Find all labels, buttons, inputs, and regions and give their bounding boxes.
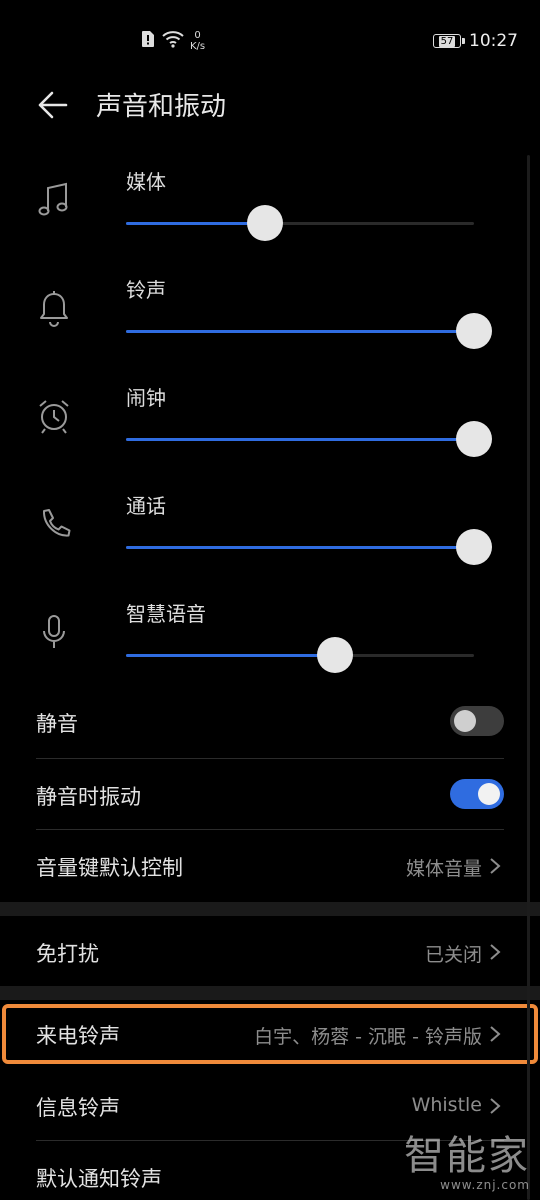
volume-label: 媒体 xyxy=(126,170,166,194)
mute-row[interactable]: 静音 xyxy=(0,688,540,758)
volume-key-default-label: 音量键默认控制 xyxy=(36,856,183,880)
sim-alert-icon xyxy=(140,30,156,52)
volume-label: 智慧语音 xyxy=(126,602,206,626)
volume-label: 铃声 xyxy=(126,278,166,302)
mute-toggle[interactable] xyxy=(450,706,504,736)
slider-thumb[interactable] xyxy=(247,205,284,241)
volume-row-alarm: 闹钟 xyxy=(0,376,540,484)
battery-icon: 57 xyxy=(433,34,465,48)
phone-icon xyxy=(36,504,72,544)
status-bar: 0 K/s 57 10:27 xyxy=(0,0,540,80)
vibrate-on-mute-row[interactable]: 静音时振动 xyxy=(0,759,540,829)
music-note-icon xyxy=(36,180,72,220)
speed-unit: K/s xyxy=(190,41,206,52)
section-separator xyxy=(0,902,540,916)
alarm-volume-slider[interactable] xyxy=(126,421,492,457)
slider-thumb[interactable] xyxy=(316,637,353,673)
do-not-disturb-label: 免打扰 xyxy=(36,942,99,966)
volume-row-call: 通话 xyxy=(0,484,540,592)
page-title: 声音和振动 xyxy=(96,92,227,122)
slider-fill xyxy=(126,330,474,333)
network-speed: 0 K/s xyxy=(190,30,205,52)
chevron-right-icon xyxy=(490,1098,501,1114)
highlight-box xyxy=(2,1004,538,1064)
slider-fill xyxy=(126,222,266,225)
status-icons: 0 K/s xyxy=(140,28,205,54)
volume-key-default-value: 媒体音量 xyxy=(405,858,482,880)
back-arrow-icon xyxy=(38,91,68,119)
back-button[interactable] xyxy=(36,88,70,122)
ringtone-volume-slider[interactable] xyxy=(126,313,492,349)
scrollbar[interactable] xyxy=(527,155,530,1200)
message-ringtone-label: 信息铃声 xyxy=(36,1096,120,1120)
volume-label: 通话 xyxy=(126,494,166,518)
status-right: 57 10:27 xyxy=(433,28,518,54)
slider-thumb[interactable] xyxy=(456,313,492,349)
volume-row-media: 媒体 xyxy=(0,160,540,268)
slider-thumb[interactable] xyxy=(456,529,492,565)
do-not-disturb-value: 已关闭 xyxy=(424,944,482,966)
clock: 10:27 xyxy=(469,31,518,51)
do-not-disturb-row[interactable]: 免打扰 已关闭 xyxy=(0,916,540,986)
speed-value: 0 xyxy=(194,30,201,41)
battery-level: 57 xyxy=(438,35,456,47)
watermark: 智能家 www.znj.com xyxy=(404,1134,530,1192)
volume-label: 闹钟 xyxy=(126,386,166,410)
alarm-clock-icon xyxy=(36,396,72,436)
default-notification-ringtone-label: 默认通知铃声 xyxy=(36,1167,162,1191)
message-ringtone-row[interactable]: 信息铃声 Whistle xyxy=(0,1072,540,1140)
volume-key-default-row[interactable]: 音量键默认控制 媒体音量 xyxy=(0,830,540,900)
wifi-icon xyxy=(162,30,184,52)
volume-row-ringtone: 铃声 xyxy=(0,268,540,376)
media-volume-slider[interactable] xyxy=(126,205,474,241)
slider-fill xyxy=(126,438,474,441)
volume-row-voice-assistant: 智慧语音 xyxy=(0,592,540,700)
slider-fill xyxy=(126,546,474,549)
chevron-right-icon xyxy=(490,944,501,960)
message-ringtone-value: Whistle xyxy=(411,1094,482,1116)
vibrate-on-mute-toggle[interactable] xyxy=(450,779,504,809)
voice-assistant-volume-slider[interactable] xyxy=(126,637,474,673)
watermark-main: 智能家 xyxy=(404,1133,530,1179)
slider-thumb[interactable] xyxy=(456,421,492,457)
section-separator xyxy=(0,986,540,1000)
toggle-knob xyxy=(478,783,500,805)
vibrate-on-mute-label: 静音时振动 xyxy=(36,785,141,809)
app-header: 声音和振动 xyxy=(0,80,540,132)
microphone-icon xyxy=(36,612,72,652)
watermark-sub: www.znj.com xyxy=(440,1178,530,1192)
slider-fill xyxy=(126,654,335,657)
chevron-right-icon xyxy=(490,858,501,874)
bell-icon xyxy=(36,288,72,328)
call-volume-slider[interactable] xyxy=(126,529,492,565)
toggle-knob xyxy=(454,710,476,732)
mute-label: 静音 xyxy=(36,712,78,736)
